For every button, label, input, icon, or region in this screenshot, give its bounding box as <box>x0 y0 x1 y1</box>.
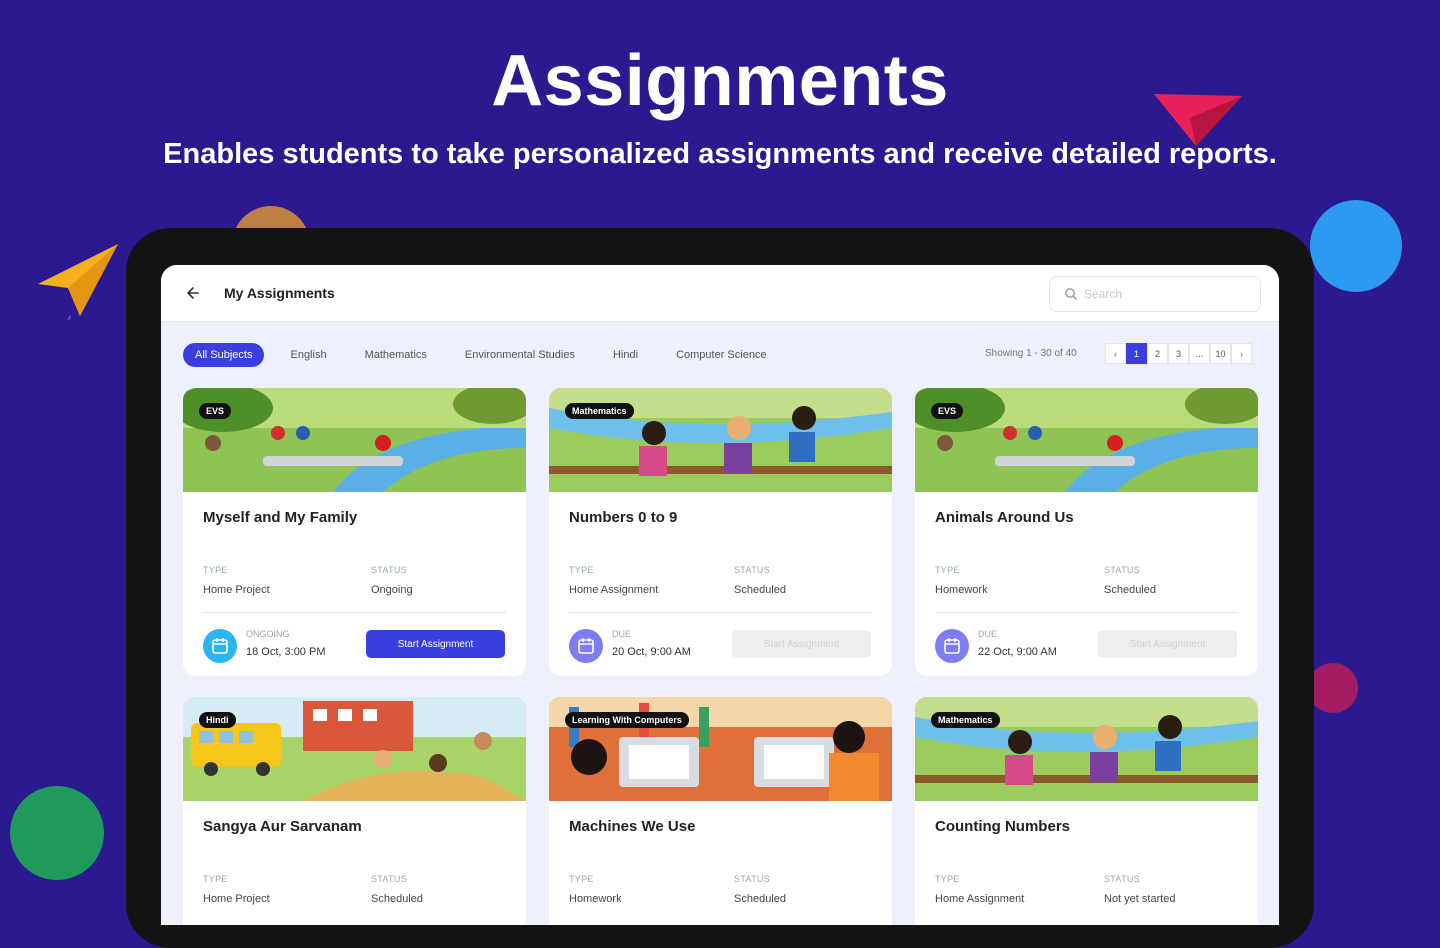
type-label: TYPE <box>569 565 594 575</box>
page-2-button[interactable]: 2 <box>1147 343 1168 364</box>
subject-tag: Learning With Computers <box>565 712 689 728</box>
assignment-title: Machines We Use <box>569 818 696 835</box>
type-value: Homework <box>569 893 622 905</box>
subject-tag: EVS <box>931 403 964 419</box>
type-label: TYPE <box>569 874 594 884</box>
page-3-button[interactable]: 3 <box>1168 343 1189 364</box>
search-placeholder: Search <box>1084 287 1123 301</box>
filter-mathematics[interactable]: Mathematics <box>365 349 427 361</box>
status-value: Scheduled <box>371 893 423 905</box>
page-10-button[interactable]: 10 <box>1210 343 1231 364</box>
assignment-title: Animals Around Us <box>935 509 1074 526</box>
status-label: STATUS <box>371 874 407 884</box>
subject-tag: Mathematics <box>931 712 1000 728</box>
page-1-button[interactable]: 1 <box>1126 343 1147 364</box>
type-label: TYPE <box>935 565 960 575</box>
assignment-card[interactable]: Mathematics Numbers 0 to 9 TYPE Home Ass… <box>549 388 892 676</box>
status-label: STATUS <box>1104 874 1140 884</box>
type-value: Home Assignment <box>569 584 659 596</box>
showing-count: Showing 1 - 30 of 40 <box>985 348 1077 359</box>
assignment-title: Sangya Aur Sarvanam <box>203 818 362 835</box>
type-value: Home Project <box>203 893 270 905</box>
decor-red-circle <box>1308 663 1358 713</box>
assignment-title: Counting Numbers <box>935 818 1070 835</box>
status-label: STATUS <box>734 565 770 575</box>
assignment-title: Numbers 0 to 9 <box>569 509 678 526</box>
divider <box>203 612 506 613</box>
search-icon <box>1065 288 1077 300</box>
status-value: Scheduled <box>1104 584 1156 596</box>
status-value: Scheduled <box>734 584 786 596</box>
page-ellipsis: ... <box>1189 343 1210 364</box>
top-bar: My Assignments Search <box>161 265 1279 322</box>
filter-all-subjects[interactable]: All Subjects <box>183 343 265 367</box>
type-value: Home Assignment <box>935 893 1025 905</box>
calendar-icon <box>203 629 237 663</box>
calendar-icon <box>569 629 603 663</box>
filter-computer-science[interactable]: Computer Science <box>676 349 767 361</box>
decor-green-circle <box>10 786 104 880</box>
subject-tag: Mathematics <box>565 403 634 419</box>
pagination: ‹ 1 2 3 ... 10 › <box>1105 343 1252 364</box>
back-arrow-icon[interactable] <box>183 282 205 304</box>
status-label: STATUS <box>1104 565 1140 575</box>
filter-environmental-studies[interactable]: Environmental Studies <box>465 349 575 361</box>
type-value: Home Project <box>203 584 270 596</box>
page-title: My Assignments <box>224 285 335 301</box>
type-value: Homework <box>935 584 988 596</box>
type-label: TYPE <box>203 874 228 884</box>
subject-tag: EVS <box>199 403 232 419</box>
filter-english[interactable]: English <box>290 349 326 361</box>
next-page-button[interactable]: › <box>1231 343 1252 364</box>
date-value: 20 Oct, 9:00 AM <box>612 646 691 658</box>
status-value: Ongoing <box>371 584 413 596</box>
bridge-illustration: Mathematics <box>915 697 1258 801</box>
subject-tag: Hindi <box>199 712 236 728</box>
date-label: DUE <box>612 629 632 639</box>
divider <box>569 612 872 613</box>
assignment-title: Myself and My Family <box>203 509 358 526</box>
park-illustration: EVS <box>915 388 1258 492</box>
date-label: ONGOING <box>246 629 290 639</box>
date-value: 18 Oct, 3:00 PM <box>246 646 326 658</box>
calendar-icon <box>935 629 969 663</box>
divider <box>935 612 1238 613</box>
decor-blue-circle <box>1310 200 1402 292</box>
assignment-card[interactable]: Hindi Sangya Aur Sarvanam TYPE Home Proj… <box>183 697 526 925</box>
hero-title: Assignments <box>491 41 949 121</box>
assignment-card[interactable]: EVS Myself and My Family TYPE Home Proje… <box>183 388 526 676</box>
assignment-card[interactable]: Mathematics Counting Numbers TYPE Home A… <box>915 697 1258 925</box>
status-label: STATUS <box>734 874 770 884</box>
assignment-card[interactable]: Learning With Computers Machines We Use … <box>549 697 892 925</box>
start-assignment-button[interactable]: Start Assignment <box>1098 630 1237 658</box>
computers-illustration: Learning With Computers <box>549 697 892 801</box>
type-label: TYPE <box>203 565 228 575</box>
hero-subtitle: Enables students to take personalized as… <box>163 138 1277 170</box>
subject-filters: All Subjects English Mathematics Environ… <box>183 343 805 367</box>
assignment-card[interactable]: EVS Animals Around Us TYPE Homework STAT… <box>915 388 1258 676</box>
start-assignment-button[interactable]: Start Assignment <box>732 630 871 658</box>
park-illustration: EVS <box>183 388 526 492</box>
yellow-paper-plane-icon <box>38 244 118 320</box>
status-label: STATUS <box>371 565 407 575</box>
search-input[interactable]: Search <box>1049 276 1261 312</box>
prev-page-button[interactable]: ‹ <box>1105 343 1126 364</box>
status-value: Not yet started <box>1104 893 1176 905</box>
start-assignment-button[interactable]: Start Assignment <box>366 630 505 658</box>
status-value: Scheduled <box>734 893 786 905</box>
type-label: TYPE <box>935 874 960 884</box>
date-value: 22 Oct, 9:00 AM <box>978 646 1057 658</box>
app-screen: My Assignments Search All Subjects Engli… <box>161 265 1279 925</box>
date-label: DUE <box>978 629 998 639</box>
school-bus-illustration: Hindi <box>183 697 526 801</box>
bridge-illustration: Mathematics <box>549 388 892 492</box>
filter-hindi[interactable]: Hindi <box>613 349 638 361</box>
